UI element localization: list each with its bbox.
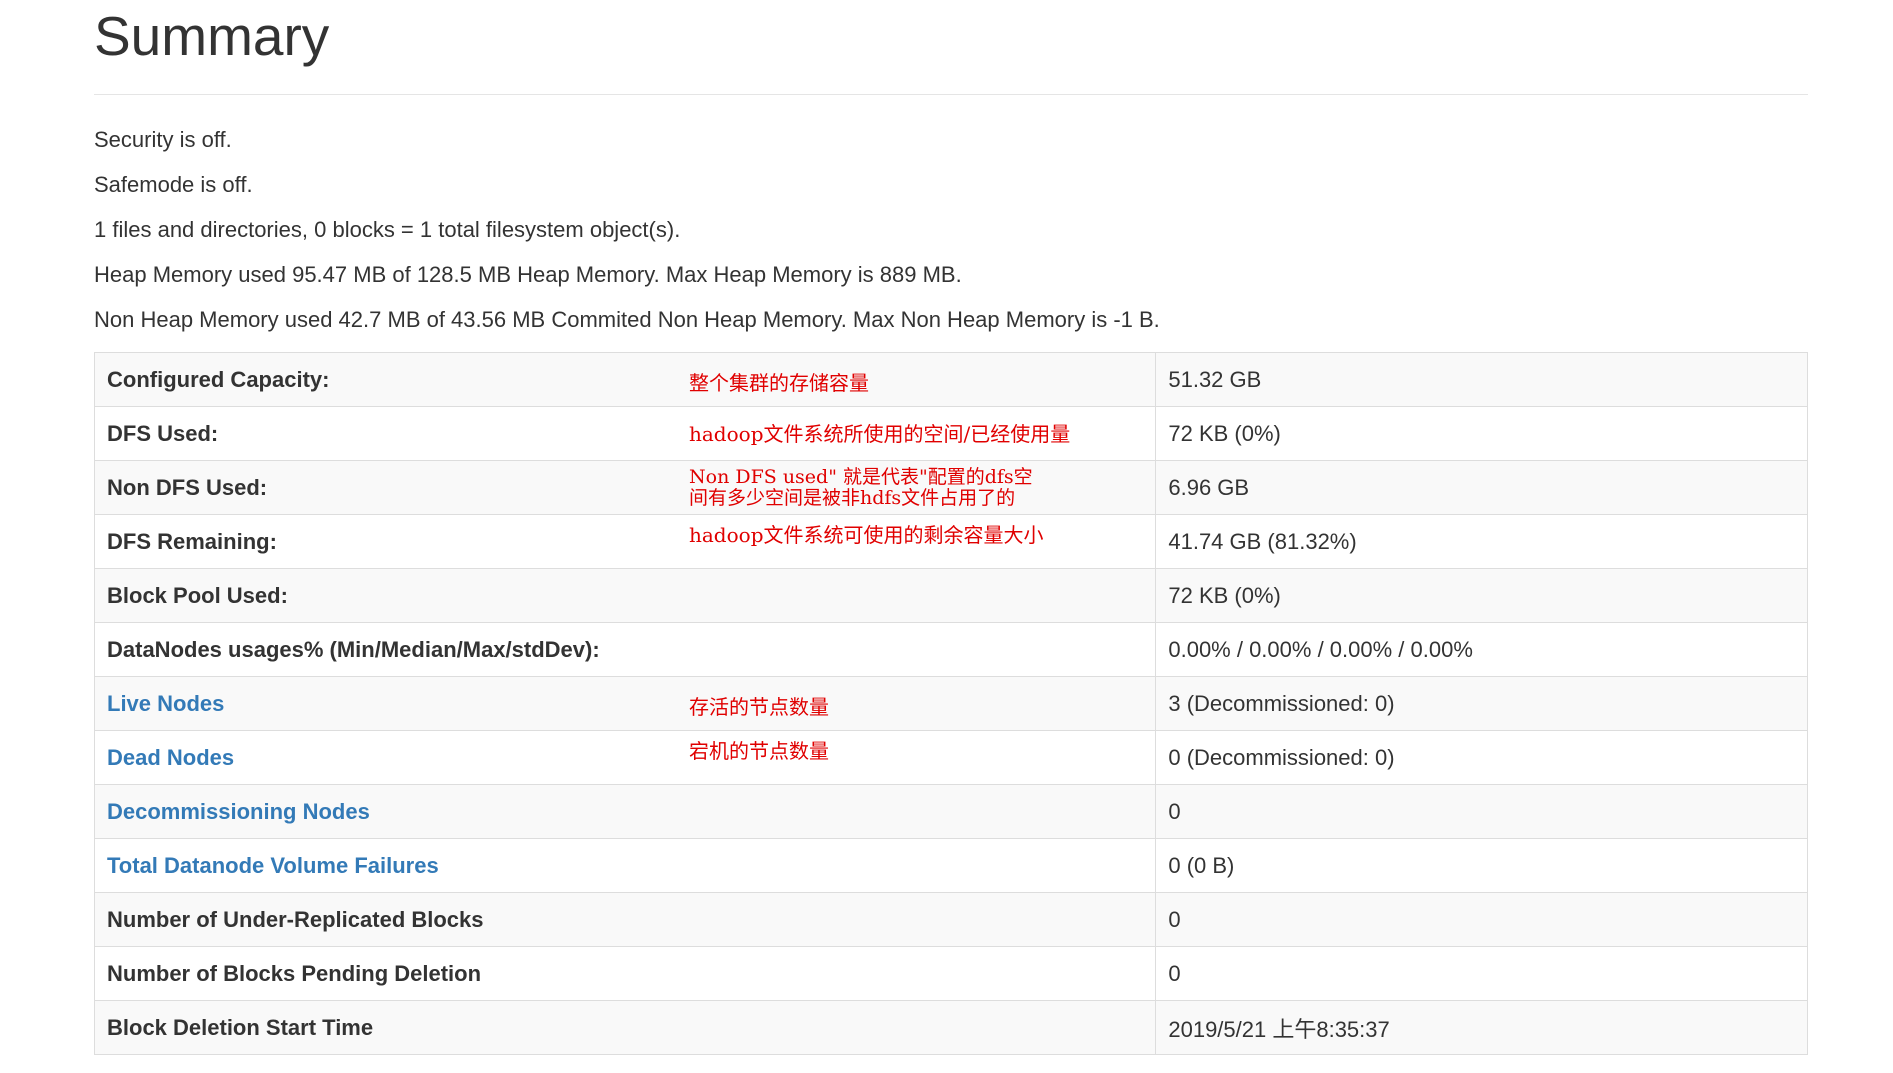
row-label-cell: Block Deletion Start Time (93, 1000, 1157, 1055)
row-value: 41.74 GB (81.32%) (1155, 514, 1808, 569)
row-label: Block Deletion Start Time (107, 1014, 374, 1040)
row-label-cell: DataNodes usages% (Min/Median/Max/stdDev… (93, 622, 1157, 677)
heap-memory: Heap Memory used 95.47 MB of 128.5 MB He… (94, 262, 962, 287)
table-row-decommissioning-nodes: Decommissioning Nodes 0 (93, 784, 1808, 839)
annotation-line: Non DFS used" 就是代表"配置的dfs空 (689, 465, 1033, 488)
table-row-non-dfs-used: Non DFS Used: Non DFS used" 就是代表"配置的dfs空… (93, 460, 1808, 515)
row-label-cell: Number of Under-Replicated Blocks (93, 892, 1157, 947)
row-label: DFS Used: (107, 420, 219, 446)
row-label-cell: DFS Remaining: hadoop文件系统可使用的剩余容量大小 (93, 514, 1157, 569)
table-row-pending-deletion: Number of Blocks Pending Deletion 0 (93, 946, 1808, 1001)
row-label-cell: DFS Used: hadoop文件系统所使用的空间/已经使用量 (93, 406, 1157, 461)
row-label-cell: Block Pool Used: (93, 568, 1157, 623)
row-label: Configured Capacity: (107, 366, 330, 392)
filesystem-objects: 1 files and directories, 0 blocks = 1 to… (94, 217, 681, 242)
row-value: 0 (Decommissioned: 0) (1155, 730, 1808, 785)
row-value: 2019/5/21 上午8:35:37 (1155, 1000, 1808, 1055)
row-value: 0 (1155, 784, 1808, 839)
row-label-cell: Dead Nodes 宕机的节点数量 (93, 730, 1157, 785)
row-value: 72 KB (0%) (1155, 568, 1808, 623)
row-label: Non DFS Used: (107, 474, 268, 500)
table-row-volume-failures: Total Datanode Volume Failures 0 (0 B) (93, 838, 1808, 893)
security-status: Security is off. (94, 127, 232, 152)
table-row-dead-nodes: Dead Nodes 宕机的节点数量 0 (Decommissioned: 0) (93, 730, 1808, 785)
page-title: Summary (94, 5, 330, 67)
volume-failures-link[interactable]: Total Datanode Volume Failures (107, 853, 439, 878)
annotation-note: Non DFS used" 就是代表"配置的dfs空 间有多少空间是被非hdfs… (689, 465, 1109, 509)
table-row-dfs-used: DFS Used: hadoop文件系统所使用的空间/已经使用量 72 KB (… (93, 406, 1808, 461)
summary-table: Configured Capacity: 整个集群的存储容量 51.32 GB … (93, 352, 1808, 1055)
row-label-cell: Number of Blocks Pending Deletion (93, 946, 1157, 1001)
title-divider (94, 94, 1808, 95)
row-label-cell: Configured Capacity: 整个集群的存储容量 (93, 352, 1157, 407)
table-row-under-replicated: Number of Under-Replicated Blocks 0 (93, 892, 1808, 947)
decommissioning-nodes-link[interactable]: Decommissioning Nodes (107, 799, 370, 824)
table-row-configured-capacity: Configured Capacity: 整个集群的存储容量 51.32 GB (93, 352, 1808, 407)
row-value: 0 (0 B) (1155, 838, 1808, 893)
row-value: 6.96 GB (1155, 460, 1808, 515)
row-label: DFS Remaining: (107, 528, 277, 554)
annotation-note: 宕机的节点数量 (689, 739, 829, 764)
row-label: Number of Blocks Pending Deletion (107, 960, 482, 986)
table-row-live-nodes: Live Nodes 存活的节点数量 3 (Decommissioned: 0) (93, 676, 1808, 731)
dead-nodes-link[interactable]: Dead Nodes (107, 745, 234, 770)
table-row-block-pool-used: Block Pool Used: 72 KB (0%) (93, 568, 1808, 623)
row-value: 72 KB (0%) (1155, 406, 1808, 461)
status-info: Security is off. Safemode is off. 1 file… (94, 124, 1808, 349)
row-label: DataNodes usages% (Min/Median/Max/stdDev… (107, 636, 600, 662)
annotation-note: hadoop文件系统所使用的空间/已经使用量 (689, 421, 1071, 446)
table-row-datanodes-usages: DataNodes usages% (Min/Median/Max/stdDev… (93, 622, 1808, 677)
annotation-note: hadoop文件系统可使用的剩余容量大小 (689, 523, 1044, 548)
table-row-deletion-start-time: Block Deletion Start Time 2019/5/21 上午8:… (93, 1000, 1808, 1055)
row-label: Number of Under-Replicated Blocks (107, 906, 484, 932)
annotation-note: 整个集群的存储容量 (689, 370, 869, 395)
annotation-line: 间有多少空间是被非hdfs文件占用了的 (689, 486, 1016, 509)
row-label-cell: Non DFS Used: Non DFS used" 就是代表"配置的dfs空… (93, 460, 1157, 515)
safemode-status: Safemode is off. (94, 172, 253, 197)
row-label-cell: Total Datanode Volume Failures (93, 838, 1157, 893)
non-heap-memory: Non Heap Memory used 42.7 MB of 43.56 MB… (94, 307, 1160, 332)
row-value: 0 (1155, 946, 1808, 1001)
table-row-dfs-remaining: DFS Remaining: hadoop文件系统可使用的剩余容量大小 41.7… (93, 514, 1808, 569)
row-label-cell: Live Nodes 存活的节点数量 (93, 676, 1157, 731)
row-value: 0 (1155, 892, 1808, 947)
live-nodes-link[interactable]: Live Nodes (107, 691, 224, 716)
row-value: 3 (Decommissioned: 0) (1155, 676, 1808, 731)
row-label: Block Pool Used: (107, 582, 288, 608)
row-label-cell: Decommissioning Nodes (93, 784, 1157, 839)
row-value: 51.32 GB (1155, 352, 1808, 407)
row-value: 0.00% / 0.00% / 0.00% / 0.00% (1155, 622, 1808, 677)
annotation-note: 存活的节点数量 (689, 694, 829, 719)
